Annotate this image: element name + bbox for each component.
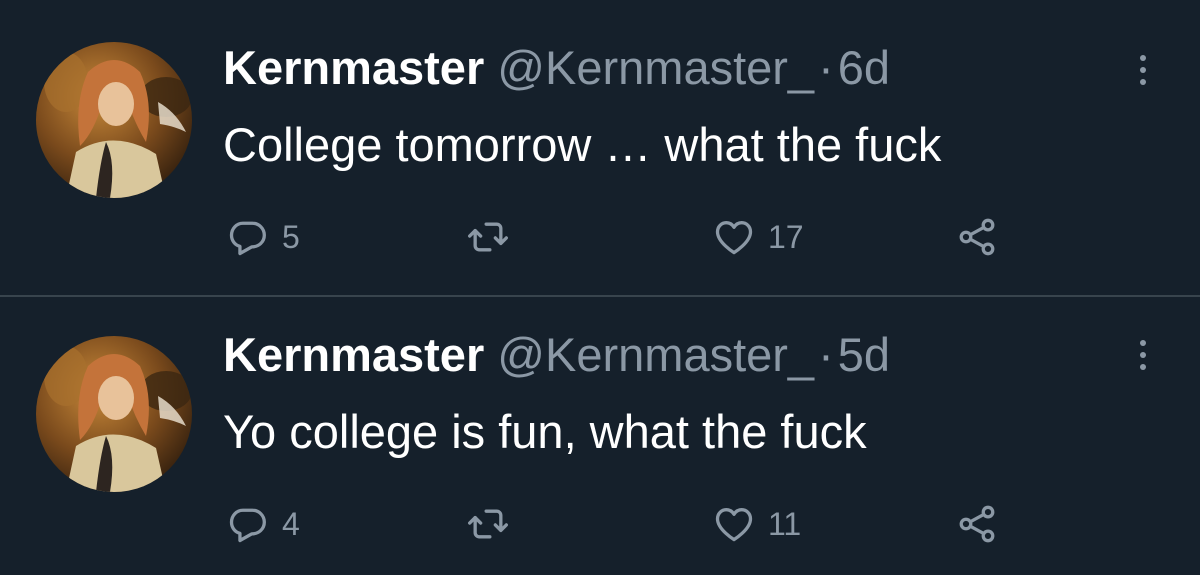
avatar-image	[36, 42, 192, 198]
tweet-timestamp[interactable]: 5d	[838, 328, 890, 381]
tweet-feed: Kernmaster @Kernmaster_·6d College tomor…	[0, 0, 1200, 575]
tweet-actions: 4 11	[0, 499, 1200, 549]
like-button[interactable]: 11	[712, 499, 801, 549]
user-handle[interactable]: @Kernmaster_	[497, 41, 814, 94]
reply-button[interactable]: 5	[226, 212, 300, 262]
display-name[interactable]: Kernmaster	[223, 328, 484, 381]
user-handle[interactable]: @Kernmaster_	[497, 328, 814, 381]
avatar[interactable]	[36, 336, 192, 492]
like-button[interactable]: 17	[712, 212, 804, 262]
tweet-header: Kernmaster @Kernmaster_·6d	[223, 40, 890, 96]
share-button[interactable]	[955, 499, 999, 549]
retweet-icon	[468, 509, 508, 539]
tweet-actions: 5 17	[0, 212, 1200, 262]
like-count: 11	[768, 505, 802, 542]
heart-icon	[715, 508, 753, 542]
heart-icon	[715, 221, 753, 255]
retweet-button[interactable]	[466, 212, 522, 262]
reply-icon	[229, 221, 266, 256]
separator-dot: ·	[818, 328, 834, 381]
share-button[interactable]	[955, 212, 999, 262]
avatar-image	[36, 336, 192, 492]
tweet[interactable]: Kernmaster @Kernmaster_·5d Yo college is…	[0, 297, 1200, 575]
tweet-timestamp[interactable]: 6d	[838, 41, 890, 94]
avatar[interactable]	[36, 42, 192, 198]
like-count: 17	[768, 218, 804, 255]
tweet[interactable]: Kernmaster @Kernmaster_·6d College tomor…	[0, 0, 1200, 296]
reply-count: 4	[282, 505, 300, 542]
display-name[interactable]: Kernmaster	[223, 41, 484, 94]
tweet-text: Yo college is fun, what the fuck	[223, 405, 867, 458]
tweet-text: College tomorrow … what the fuck	[223, 118, 942, 171]
reply-count: 5	[282, 218, 300, 255]
more-options-icon[interactable]	[1126, 50, 1160, 90]
more-options-icon[interactable]	[1126, 335, 1160, 375]
retweet-icon	[468, 222, 508, 252]
share-icon	[959, 505, 995, 543]
retweet-button[interactable]	[466, 499, 522, 549]
reply-button[interactable]: 4	[226, 499, 300, 549]
reply-icon	[229, 508, 266, 543]
tweet-header: Kernmaster @Kernmaster_·5d	[223, 327, 890, 383]
share-icon	[959, 218, 995, 256]
separator-dot: ·	[818, 41, 834, 94]
